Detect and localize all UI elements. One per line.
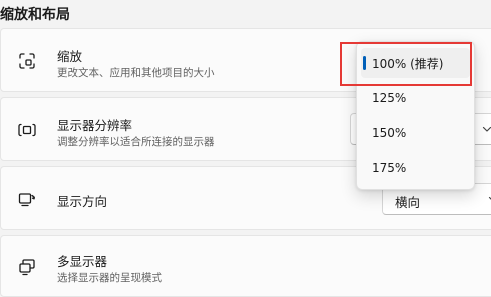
scale-subtitle: 更改文本、应用和其他项目的大小 [57,67,215,79]
section-title: 缩放和布局 [0,7,70,23]
scale-option-label: 150% [372,126,407,140]
scale-icon [17,51,37,71]
multi-display-row[interactable]: 多显示器 选择显示器的呈现模式 [0,235,491,297]
scale-option-175[interactable]: 175% [361,154,470,184]
scale-option-label: 125% [372,91,407,105]
multi-display-title: 多显示器 [57,254,108,269]
chevron-down-icon [488,196,491,200]
chevron-down-icon [482,126,491,132]
orientation-title: 显示方向 [57,194,108,209]
scale-option-label: 100% (推荐) [372,57,444,71]
multi-display-icon [17,257,37,277]
scale-option-label: 175% [372,161,407,175]
scale-option-150[interactable]: 150% [361,119,470,149]
scale-option-125[interactable]: 125% [361,84,470,114]
selection-indicator [363,56,366,70]
scale-title: 缩放 [57,49,83,64]
multi-display-subtitle: 选择显示器的呈现模式 [57,272,162,284]
orientation-icon [17,189,37,209]
resolution-title: 显示器分辨率 [57,118,133,133]
scale-dropdown-menu: 100% (推荐) 125% 150% 175% [356,41,475,190]
display-settings-page: 缩放和布局 缩放 更改文本、应用和其他项目的大小 显示器分辨率 调整分辨率以适合… [0,0,491,297]
resolution-icon [17,120,37,140]
resolution-subtitle: 调整分辨率以适合所连接的显示器 [57,136,215,148]
scale-option-100[interactable]: 100% (推荐) [361,48,470,78]
orientation-value: 横向 [395,195,421,210]
